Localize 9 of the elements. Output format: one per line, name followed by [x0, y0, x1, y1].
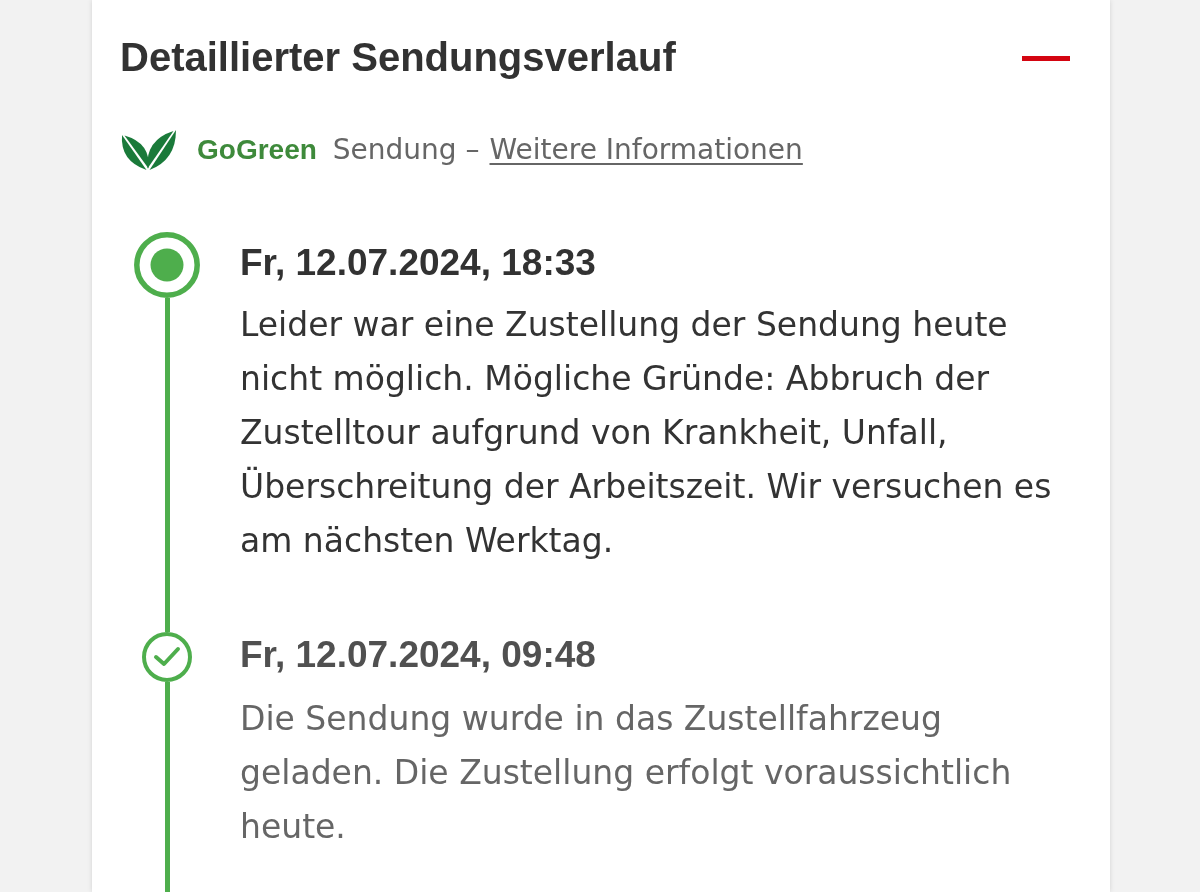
panel-title: Detaillierter Sendungsverlauf — [120, 34, 676, 81]
event-date: Fr, 12.07.2024, 18:33 — [240, 243, 597, 283]
gogreen-label: GoGreen — [197, 133, 317, 167]
event-description: Leider war eine Zustellung der Sendung heute nicht möglich. Mögliche Gründe: Abbruch der Zustelltour aufgrund von Krankheit, Unfall, Überschreitung der Arbeitszeit. Wir versuchen es am nächsten Werktag. — [240, 304, 1053, 562]
leaves-icon — [120, 130, 176, 170]
info-link[interactable]: Weitere Informationen — [489, 133, 803, 167]
note-text: Sendung – — [332, 133, 480, 167]
event-date: Fr, 12.07.2024, 09:48 — [240, 635, 597, 675]
event-description: Die Sendung wurde in das Zustellfahrzeug geladen. Die Zustellung erfolgt voraussichtlich heute. — [240, 698, 1013, 848]
